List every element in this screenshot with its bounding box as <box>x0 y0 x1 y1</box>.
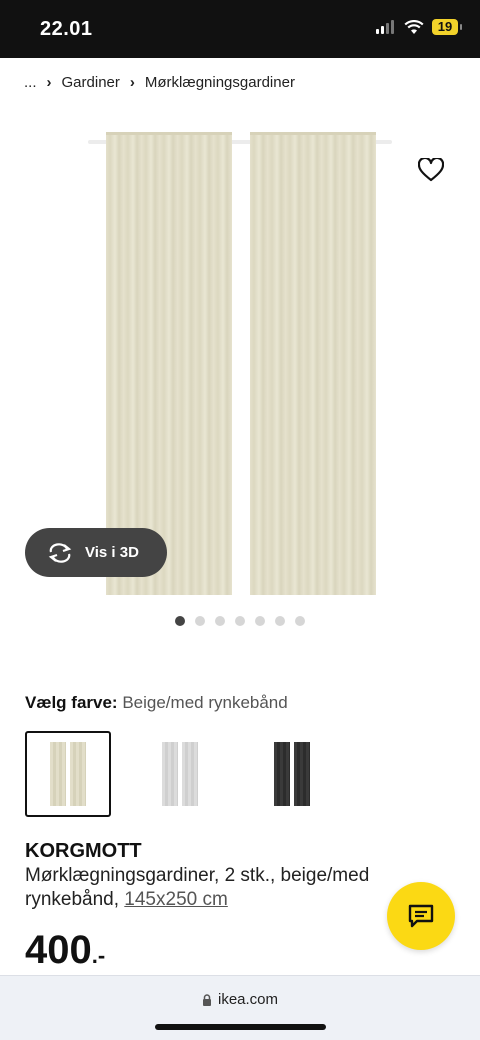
breadcrumb-ellipsis[interactable]: ... <box>24 74 37 91</box>
curtain-panel-left <box>106 132 232 595</box>
color-option-light-grey[interactable] <box>137 731 223 817</box>
rotate-icon <box>48 542 72 563</box>
price-suffix: .- <box>91 943 106 968</box>
swatch-image <box>294 742 310 806</box>
heart-icon[interactable] <box>418 158 444 182</box>
carousel-dot[interactable] <box>235 616 245 626</box>
battery-icon: 19 <box>432 19 462 35</box>
chevron-right-icon: › <box>46 73 52 91</box>
swatch-image <box>70 742 86 806</box>
product-description: Mørklægningsgardiner, 2 stk., beige/med … <box>25 864 425 912</box>
swatch-image <box>274 742 290 806</box>
carousel-dot[interactable] <box>255 616 265 626</box>
chat-icon <box>408 904 434 928</box>
product-size-link[interactable]: 145x250 cm <box>124 889 228 910</box>
lock-icon <box>202 993 211 1006</box>
carousel-dots <box>175 616 305 626</box>
url-text: ikea.com <box>217 991 279 1008</box>
product-name: KORGMOTT <box>25 840 142 862</box>
color-swatches <box>25 731 335 817</box>
status-time: 22.01 <box>40 18 93 40</box>
view-3d-label: Vis i 3D <box>85 544 139 561</box>
carousel-dot[interactable] <box>195 616 205 626</box>
view-3d-button[interactable]: Vis i 3D <box>25 528 167 577</box>
breadcrumb-item-current[interactable]: Mørklægningsgardiner <box>145 74 295 91</box>
carousel-dot[interactable] <box>175 616 185 626</box>
wifi-icon <box>404 19 424 34</box>
browser-url-bar: ikea.com <box>0 975 480 1040</box>
chevron-right-icon: › <box>129 73 135 91</box>
breadcrumb-item-gardiner[interactable]: Gardiner <box>62 74 120 91</box>
carousel-dot[interactable] <box>215 616 225 626</box>
swatch-image <box>182 742 198 806</box>
swatch-image <box>162 742 178 806</box>
price-value: 400 <box>25 928 92 972</box>
product-image[interactable]: Vis i 3D <box>0 110 480 605</box>
carousel-dot[interactable] <box>295 616 305 626</box>
product-price: 400.- <box>25 928 105 973</box>
color-chooser-label: Vælg farve: Beige/med rynkebånd <box>25 693 288 713</box>
url-display[interactable]: ikea.com <box>0 991 480 1008</box>
color-option-dark-grey[interactable] <box>249 731 335 817</box>
status-icons: 19 <box>376 19 462 35</box>
color-label-title: Vælg farve: <box>25 693 118 712</box>
chat-button[interactable] <box>387 882 455 950</box>
home-indicator <box>155 1024 326 1030</box>
carousel-dot[interactable] <box>275 616 285 626</box>
color-selected-value: Beige/med rynkebånd <box>122 693 288 712</box>
signal-icon <box>376 20 394 34</box>
breadcrumb: ... › Gardiner › Mørklægningsgardiner <box>24 72 295 92</box>
curtain-panel-right <box>250 132 376 595</box>
swatch-image <box>50 742 66 806</box>
status-bar: 22.01 19 <box>0 0 480 58</box>
color-option-beige[interactable] <box>25 731 111 817</box>
